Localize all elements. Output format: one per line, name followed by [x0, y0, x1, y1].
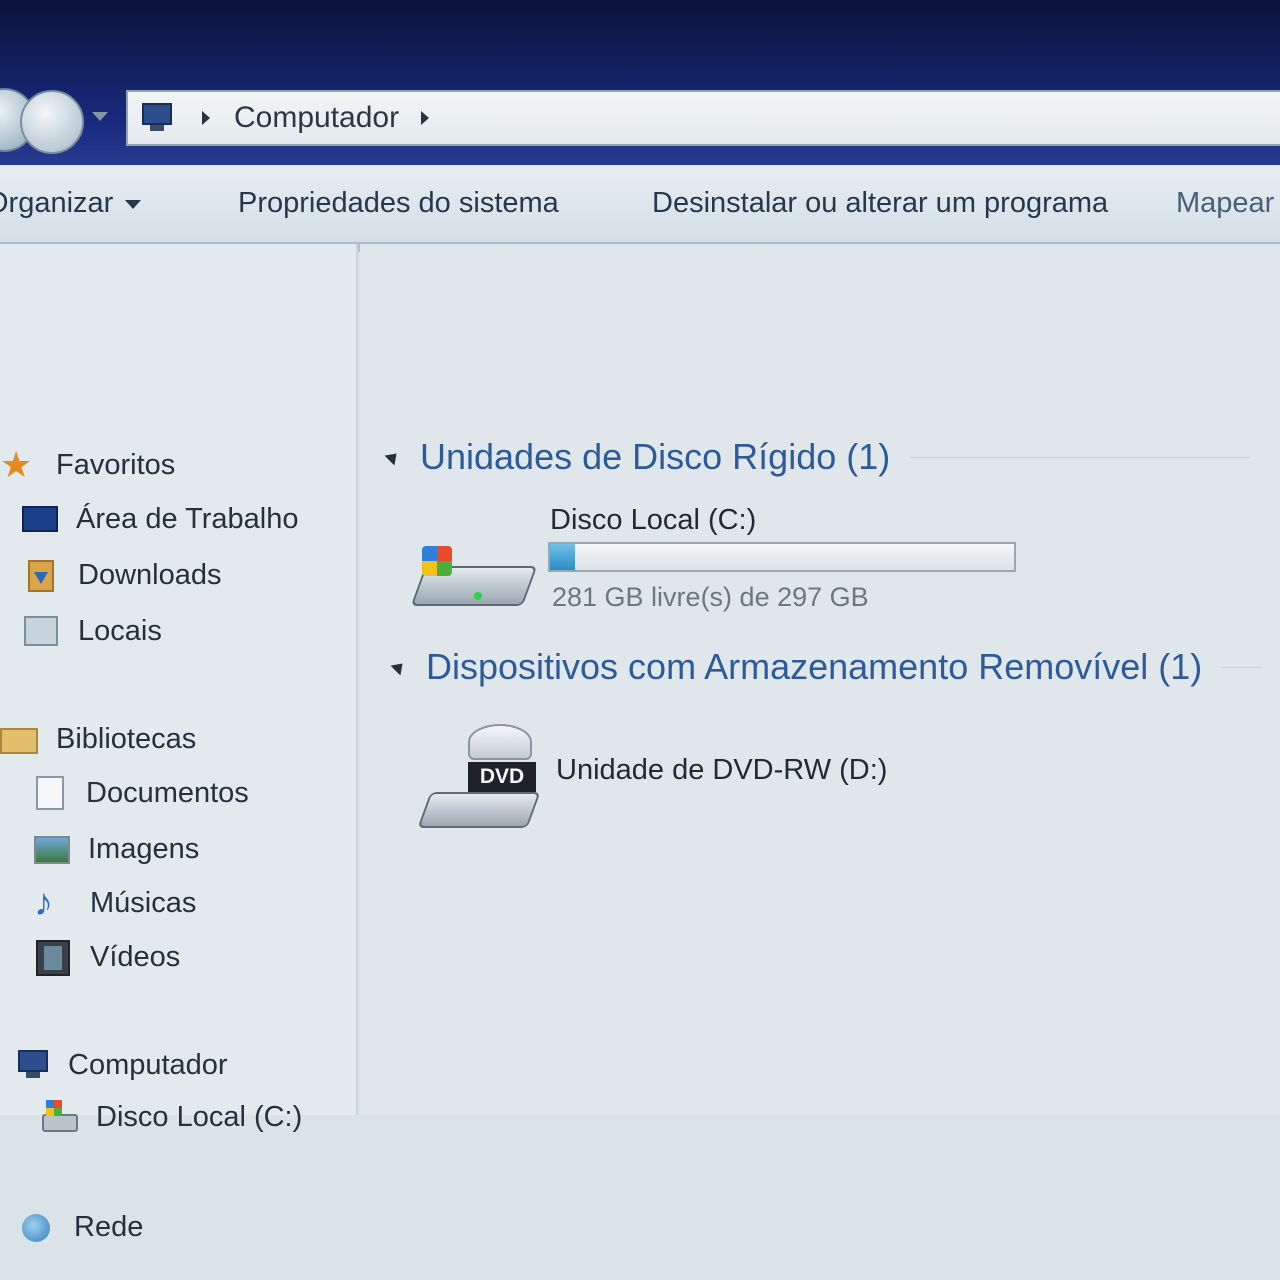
libraries-icon — [0, 722, 38, 756]
drive-d-name[interactable]: Unidade de DVD-RW (D:) — [556, 754, 887, 787]
drive-c-usage-bar — [548, 542, 1016, 572]
collapse-triangle-icon[interactable] — [384, 448, 402, 466]
hard-drive-icon[interactable] — [410, 544, 538, 616]
nav-item-local-disk[interactable]: Disco Local (C:) — [40, 1100, 302, 1134]
nav-item-downloads[interactable]: Downloads — [22, 558, 221, 592]
nav-libraries[interactable]: Bibliotecas — [0, 722, 196, 756]
command-bar: Organizar Propriedades do sistema Desins… — [0, 165, 1280, 243]
group-removable[interactable]: Dispositivos com Armazenamento Removível… — [390, 646, 1263, 688]
dvd-badge: DVD — [468, 762, 536, 792]
documents-icon — [30, 776, 68, 810]
drive-c-usage-fill — [550, 544, 576, 570]
nav-item-desktop[interactable]: Área de Trabalho — [20, 502, 298, 536]
music-icon: ♪ — [34, 882, 53, 924]
uninstall-program-button[interactable]: Desinstalar ou alterar um programa — [652, 187, 1108, 220]
breadcrumb-arrow-icon[interactable] — [421, 111, 430, 125]
address-bar[interactable]: Computador — [126, 90, 1280, 146]
breadcrumb-arrow-icon[interactable] — [202, 111, 210, 125]
videos-icon — [34, 940, 72, 976]
nav-network[interactable]: Rede — [18, 1210, 143, 1244]
downloads-icon — [22, 558, 60, 592]
dvd-drive-icon[interactable]: DVD — [417, 720, 541, 838]
chevron-down-icon — [125, 199, 142, 209]
system-properties-button[interactable]: Propriedades do sistema — [238, 187, 559, 220]
windows-logo-icon — [422, 546, 452, 576]
nav-item-music[interactable]: ♪ Músicas — [34, 882, 196, 924]
group-divider — [910, 456, 1251, 458]
nav-favorites[interactable]: ★ Favoritos — [0, 444, 175, 485]
nav-item-documents[interactable]: Documentos — [30, 776, 249, 810]
drive-c-free-space: 281 GB livre(s) de 297 GB — [552, 582, 869, 612]
navigation-pane — [0, 244, 358, 1115]
nav-item-recent-places[interactable]: Locais — [22, 614, 162, 648]
computer-icon — [12, 1048, 50, 1082]
recent-places-icon — [22, 614, 60, 648]
computer-icon — [138, 101, 180, 135]
disc-icon — [468, 724, 532, 760]
desktop-icon — [20, 502, 58, 536]
group-hard-drives[interactable]: Unidades de Disco Rígido (1) — [384, 436, 1251, 478]
network-icon — [18, 1210, 56, 1244]
drive-c-name[interactable]: Disco Local (C:) — [550, 504, 756, 537]
forward-button[interactable] — [20, 90, 84, 154]
collapse-triangle-icon[interactable] — [390, 658, 408, 676]
nav-item-videos[interactable]: Vídeos — [34, 940, 180, 976]
star-icon: ★ — [0, 444, 33, 485]
nav-item-pictures[interactable]: Imagens — [32, 832, 199, 866]
desktop-background — [0, 0, 1280, 175]
group-divider — [1222, 666, 1263, 668]
nav-computer[interactable]: Computador — [12, 1048, 228, 1082]
recent-pages-dropdown[interactable] — [92, 112, 108, 121]
local-disk-icon — [40, 1100, 78, 1134]
breadcrumb-computer[interactable]: Computador — [234, 101, 399, 135]
pictures-icon — [32, 832, 70, 866]
organize-button[interactable]: Organizar — [0, 187, 142, 220]
map-network-drive-button[interactable]: Mapear — [1176, 187, 1274, 220]
